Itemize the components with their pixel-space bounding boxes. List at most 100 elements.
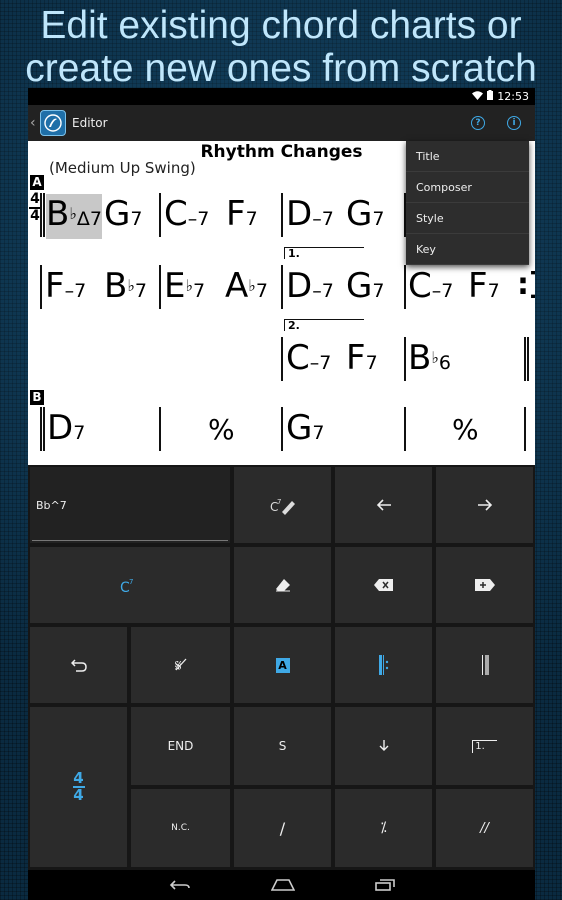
barline xyxy=(281,265,283,309)
back-chevron-icon[interactable]: ‹ xyxy=(30,115,40,131)
arrow-right-icon xyxy=(477,499,492,511)
nav-recents-icon[interactable] xyxy=(374,879,395,891)
chord-accidental: ♭ xyxy=(127,276,135,295)
help-icon[interactable]: ? xyxy=(471,116,485,130)
chord-builder-button[interactable]: C7 xyxy=(30,547,230,623)
chord-root: D xyxy=(286,194,313,234)
action-bar-title: Editor xyxy=(72,116,108,130)
svg-text:7: 7 xyxy=(277,498,281,506)
chord-root: F xyxy=(346,338,366,378)
double-barline-button[interactable] xyxy=(436,627,533,703)
menu-item-composer[interactable]: Composer xyxy=(406,172,529,203)
chord-r2-1[interactable]: F–7 xyxy=(45,266,86,311)
chord-quality: 7 xyxy=(372,208,385,230)
chord-quality: –7 xyxy=(187,208,210,230)
chord-r2-4[interactable]: A♭7 xyxy=(225,266,268,311)
menu-item-key[interactable]: Key xyxy=(406,234,529,265)
time-signature-button[interactable]: 4 4 xyxy=(30,707,127,867)
final-barline xyxy=(524,337,530,381)
chord-r2-7[interactable]: C–7 xyxy=(408,266,453,311)
app-logo-icon[interactable] xyxy=(40,110,66,136)
chord-r1-5[interactable]: D–7 xyxy=(286,194,334,239)
ending-button[interactable]: 1. xyxy=(436,707,533,785)
chord-accidental: ♭ xyxy=(185,276,194,295)
menu-item-title[interactable]: Title xyxy=(406,141,529,172)
chord-r1-3[interactable]: C–7 xyxy=(164,194,209,239)
nav-home-icon[interactable] xyxy=(270,879,295,891)
ending-1[interactable]: 1. xyxy=(284,247,364,260)
chord-quality: 7 xyxy=(365,352,378,374)
insert-measure-button[interactable] xyxy=(436,547,533,623)
action-bar: ‹ Editor ? i xyxy=(28,105,535,141)
coda-segno-button[interactable]: 𝄋 xyxy=(131,627,230,703)
simile-mark[interactable]: % xyxy=(452,415,479,445)
erase-button[interactable] xyxy=(234,547,331,623)
chord-quality: 7 xyxy=(255,280,268,302)
menu-item-style[interactable]: Style xyxy=(406,203,529,234)
chord-quality: 7 xyxy=(312,422,325,444)
down-arrow-button[interactable] xyxy=(335,707,432,785)
chord-input-value: Bb^7 xyxy=(36,498,67,512)
segno-s-button[interactable]: S xyxy=(234,707,331,785)
move-left-button[interactable] xyxy=(335,467,432,543)
chord-r2-2[interactable]: B♭7 xyxy=(104,266,147,311)
chord-quality: –7 xyxy=(312,280,334,302)
chord-root: G xyxy=(346,194,373,234)
info-icon[interactable]: i xyxy=(507,116,521,130)
eraser-icon xyxy=(275,579,290,592)
chord-r3-3[interactable]: B♭6 xyxy=(408,338,451,383)
chord-r1-1[interactable]: B♭Δ7 xyxy=(46,194,102,239)
delete-measure-button[interactable] xyxy=(335,547,432,623)
barline xyxy=(159,265,161,309)
chord-root: D xyxy=(286,266,313,306)
chord-quality: 7 xyxy=(193,280,206,302)
insert-plus-icon xyxy=(474,579,495,591)
chord-r3-1[interactable]: C–7 xyxy=(286,338,331,383)
chord-input-field[interactable]: Bb^7 xyxy=(30,467,230,543)
chord-root: B xyxy=(104,266,128,306)
slash-button[interactable]: / xyxy=(234,789,331,867)
chord-root: A xyxy=(225,266,249,306)
chord-root: G xyxy=(346,266,373,306)
chord-quality: 6 xyxy=(438,352,451,374)
arrow-down-icon xyxy=(379,740,388,751)
no-chord-button[interactable]: N.C. xyxy=(131,789,230,867)
repeat-barline-button[interactable] xyxy=(335,627,432,703)
chord-r1-6[interactable]: G7 xyxy=(346,194,384,239)
rehearsal-mark-b[interactable]: B xyxy=(30,390,44,405)
nav-back-icon[interactable] xyxy=(169,879,191,891)
chord-r2-3[interactable]: E♭7 xyxy=(164,266,205,311)
barline xyxy=(404,337,406,381)
chord-r2-5[interactable]: D–7 xyxy=(286,266,334,311)
rehearsal-mark-button[interactable]: A xyxy=(234,627,331,703)
edit-chord-button[interactable]: C7 xyxy=(234,467,331,543)
end-button[interactable]: END xyxy=(131,707,230,785)
chord-quality: 7 xyxy=(372,280,385,302)
rehearsal-mark-icon: A xyxy=(275,657,290,673)
undo-button[interactable] xyxy=(30,627,127,703)
rehearsal-mark-a[interactable]: A xyxy=(30,175,44,190)
chord-r2-8[interactable]: F7 xyxy=(468,266,500,311)
ending-2[interactable]: 2. xyxy=(284,319,364,332)
chord-r2-6[interactable]: G7 xyxy=(346,266,384,311)
simile-button[interactable]: ⁒ xyxy=(335,789,432,867)
overflow-menu: Title Composer Style Key xyxy=(406,141,529,265)
chord-root: E xyxy=(164,266,186,306)
chord-r1-4[interactable]: F7 xyxy=(226,194,258,239)
status-time: 12:53 xyxy=(497,90,529,103)
chord-root: C xyxy=(408,266,432,306)
chord-quality: 7 xyxy=(130,208,143,230)
time-signature-bottom-icon: 4 xyxy=(73,786,84,804)
chord-r4-1[interactable]: D7 xyxy=(47,408,85,453)
chart-style[interactable]: (Medium Up Swing) xyxy=(49,159,196,177)
repeat-start-icon xyxy=(378,655,388,675)
chord-r4-2[interactable]: G7 xyxy=(286,408,324,453)
move-right-button[interactable] xyxy=(436,467,533,543)
simile-mark[interactable]: % xyxy=(208,415,235,445)
promo-line-2: create new ones from scratch xyxy=(25,47,537,90)
chord-r1-2[interactable]: G7 xyxy=(104,194,142,239)
chord-quality: Δ7 xyxy=(76,208,102,230)
chord-r3-2[interactable]: F7 xyxy=(346,338,378,383)
double-simile-button[interactable]: // xyxy=(436,789,533,867)
chord-root: F xyxy=(468,266,488,306)
